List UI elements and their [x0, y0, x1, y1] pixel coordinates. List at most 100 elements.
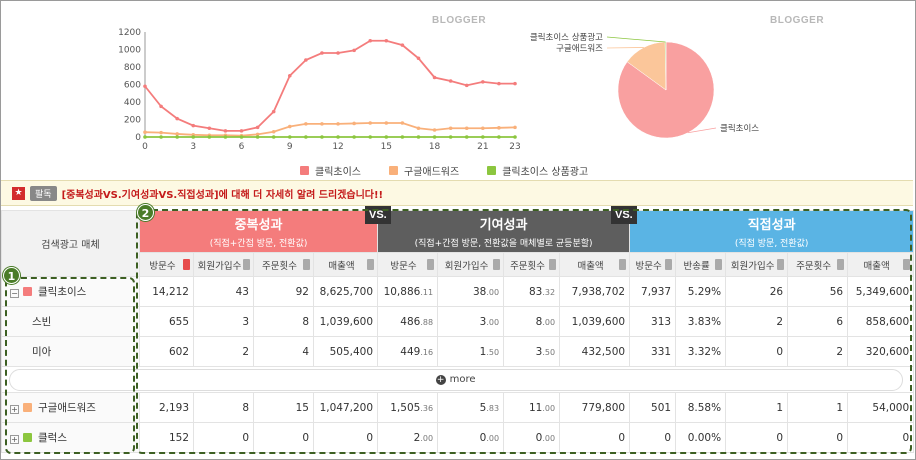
series-point [368, 38, 373, 43]
col-header[interactable]: 회원가입수 [193, 252, 254, 277]
series-point [352, 48, 356, 53]
table-cell: 5,349,600 [847, 276, 915, 307]
table-cell: 0 [253, 422, 314, 453]
marker-2: 2 [137, 204, 154, 221]
table-cell: 331 [629, 336, 677, 367]
series-point [336, 122, 340, 126]
table-cell: 15 [253, 392, 314, 423]
x-tick-label: 0 [142, 142, 148, 152]
series-point [432, 135, 437, 139]
series-point [464, 135, 469, 139]
pie-label: 구글애드워즈 [556, 44, 603, 54]
collapse-icon[interactable]: − [10, 289, 19, 298]
table-cell: 56 [787, 276, 849, 307]
series-point [448, 126, 453, 131]
table-row: 미아 602 2 4 505,400 449.16 1.50 3.50 432,500 331 3.… [1, 336, 915, 367]
series-point [175, 132, 179, 136]
x-tick-label: 12 [332, 142, 343, 152]
table-cell: 8 [193, 392, 254, 423]
table-cell: 152 [139, 422, 194, 453]
chart-legend: 클릭초이스 구글애드워즈 클릭초이스 상품광고 [300, 163, 588, 178]
sort-icon[interactable] [903, 259, 911, 270]
col-header[interactable]: 매출액 [847, 252, 915, 277]
media-name-cell[interactable]: 미아 [1, 336, 140, 367]
table-cell: 6 [787, 306, 849, 337]
performance-table: 검색광고 매체 중복성과 (직접+간접 방문, 전환값) 기여성과 (직접+간접 방… [0, 210, 915, 453]
table-cell: 0 [193, 422, 254, 453]
table-cell: 3.32% [675, 336, 727, 367]
col-header[interactable]: 매출액 [559, 252, 631, 277]
notice-link[interactable]: [중복성과VS.기여성과VS.직접성과]에 대해 더 자세히 알려 드리겠습니다… [62, 186, 384, 201]
series-point [223, 129, 228, 133]
sort-icon[interactable] [715, 259, 723, 270]
col-header[interactable]: 주문횟수 [253, 252, 314, 277]
pie-label: 클릭초이스 상품광고 [530, 32, 603, 43]
table-cell: 0.00% [675, 422, 727, 453]
sort-icon[interactable] [837, 259, 845, 270]
sort-icon[interactable] [183, 259, 190, 270]
expand-icon[interactable]: + [10, 435, 19, 444]
sort-icon[interactable] [427, 259, 435, 270]
table-cell: 8.00 [503, 306, 561, 337]
plus-circle-icon: + [435, 374, 446, 385]
media-column-header: 검색광고 매체 [1, 210, 140, 277]
pie-label: 클릭초이스 [720, 123, 759, 134]
col-header[interactable]: 주문횟수 [787, 252, 849, 277]
table-cell: 320,600 [847, 336, 915, 367]
col-header[interactable]: 주문횟수 [503, 252, 561, 277]
table-cell: 1 [725, 392, 789, 423]
series-point [239, 135, 244, 139]
more-button[interactable]: + more [8, 368, 903, 391]
sort-icon[interactable] [367, 259, 375, 270]
x-tick-label: 15 [381, 142, 392, 152]
series-point [400, 121, 405, 125]
table-cell: 432,500 [559, 336, 631, 367]
table-cell: 2 [193, 336, 254, 367]
media-share-pie-chart: 클릭초이스 구글애드워즈클릭초이스 상품광고 [530, 32, 759, 139]
table-cell: 779,800 [559, 392, 631, 423]
sort-icon[interactable] [665, 259, 673, 270]
table-cell: 5.29% [675, 276, 727, 307]
col-header[interactable]: 반송률 [675, 252, 727, 277]
sort-icon[interactable] [777, 259, 785, 270]
table-cell: 11.00 [503, 392, 561, 423]
table-cell: 449.16 [377, 336, 439, 367]
col-header[interactable]: 방문수 [629, 252, 677, 277]
table-cell: 38.00 [437, 276, 505, 307]
table-cell: 0 [725, 336, 789, 367]
sort-icon[interactable] [493, 259, 501, 270]
media-name-cell[interactable]: 스빈 [1, 306, 140, 337]
series-point [255, 125, 260, 130]
expand-icon[interactable]: + [10, 405, 19, 414]
series-point [239, 129, 244, 133]
sort-icon[interactable] [243, 259, 250, 270]
col-header[interactable]: 방문수 [139, 252, 194, 277]
table-cell: 7,937 [629, 276, 677, 307]
media-name-cell[interactable]: + 클럭스 [1, 422, 140, 453]
table-cell: 54,000 [847, 392, 915, 423]
vs-label-1: VS. [365, 206, 391, 224]
col-header[interactable]: 회원가입수 [725, 252, 789, 277]
sort-icon[interactable] [549, 259, 557, 270]
col-header[interactable]: 회원가입수 [437, 252, 505, 277]
table-cell: 8.58% [675, 392, 727, 423]
series-point [271, 129, 276, 134]
series-point [143, 135, 147, 139]
table-cell: 0.00 [437, 422, 505, 453]
col-header[interactable]: 방문수 [377, 252, 439, 277]
series-point [464, 83, 469, 88]
series-point [143, 130, 147, 134]
table-cell: 83.32 [503, 276, 561, 307]
legend-item-clickchoice: 클릭초이스 [300, 163, 361, 178]
table-cell: 2,193 [139, 392, 194, 423]
media-name-cell[interactable]: − 클릭초이스 [1, 276, 140, 307]
col-header[interactable]: 매출액 [312, 252, 379, 277]
pie-leader-line [606, 47, 644, 49]
series-point [320, 122, 324, 126]
media-name-cell[interactable]: + 구글애드워즈 [1, 392, 140, 423]
series-line-1 [144, 122, 516, 137]
sort-icon[interactable] [303, 259, 310, 270]
notice-tag: 팔독 [30, 185, 57, 201]
sort-icon[interactable] [619, 259, 627, 270]
series-point [143, 84, 147, 89]
